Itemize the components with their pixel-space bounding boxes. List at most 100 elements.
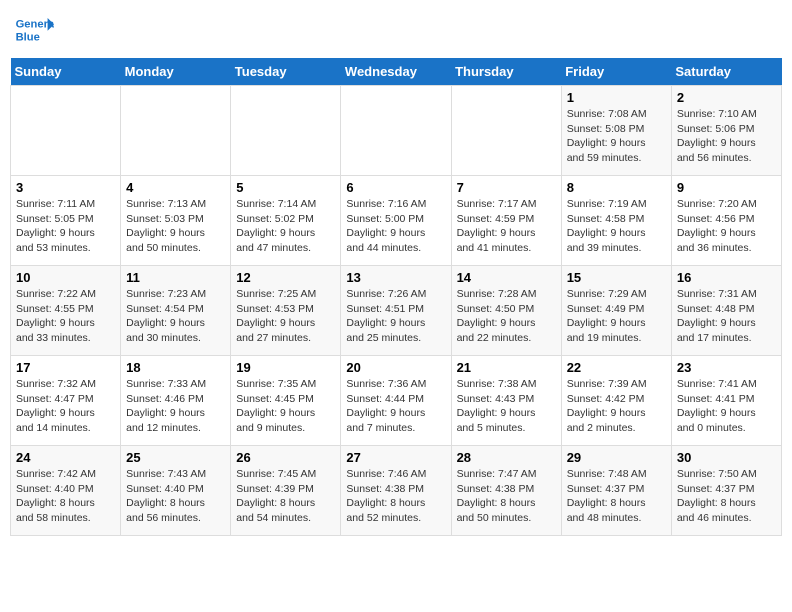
day-number: 24 bbox=[16, 450, 115, 465]
day-number: 8 bbox=[567, 180, 666, 195]
calendar-cell: 22 Sunrise: 7:39 AMSunset: 4:42 PMDayligh… bbox=[561, 356, 671, 446]
calendar-cell: 24 Sunrise: 7:42 AMSunset: 4:40 PMDayligh… bbox=[11, 446, 121, 536]
day-number: 26 bbox=[236, 450, 335, 465]
day-info: Sunrise: 7:20 AMSunset: 4:56 PMDaylight:… bbox=[677, 197, 776, 256]
header-day: Monday bbox=[121, 58, 231, 86]
day-number: 6 bbox=[346, 180, 445, 195]
day-info: Sunrise: 7:10 AMSunset: 5:06 PMDaylight:… bbox=[677, 107, 776, 166]
day-info: Sunrise: 7:11 AMSunset: 5:05 PMDaylight:… bbox=[16, 197, 115, 256]
calendar-cell: 28 Sunrise: 7:47 AMSunset: 4:38 PMDayligh… bbox=[451, 446, 561, 536]
day-number: 29 bbox=[567, 450, 666, 465]
day-info: Sunrise: 7:36 AMSunset: 4:44 PMDaylight:… bbox=[346, 377, 445, 436]
header-day: Friday bbox=[561, 58, 671, 86]
calendar-cell: 27Sunrise: 7:46 AMSunset: 4:38 PMDayligh… bbox=[341, 446, 451, 536]
day-info: Sunrise: 7:19 AMSunset: 4:58 PMDaylight:… bbox=[567, 197, 666, 256]
day-info: Sunrise: 7:43 AMSunset: 4:40 PMDaylight:… bbox=[126, 467, 225, 526]
calendar-cell bbox=[341, 86, 451, 176]
day-info: Sunrise: 7:28 AMSunset: 4:50 PMDaylight:… bbox=[457, 287, 556, 346]
day-info: Sunrise: 7:13 AMSunset: 5:03 PMDaylight:… bbox=[126, 197, 225, 256]
calendar-cell: 13 Sunrise: 7:26 AMSunset: 4:51 PMDayligh… bbox=[341, 266, 451, 356]
day-info: Sunrise: 7:29 AMSunset: 4:49 PMDaylight:… bbox=[567, 287, 666, 346]
calendar-cell bbox=[451, 86, 561, 176]
day-info: Sunrise: 7:26 AMSunset: 4:51 PMDaylight:… bbox=[346, 287, 445, 346]
calendar-cell: 15 Sunrise: 7:29 AMSunset: 4:49 PMDayligh… bbox=[561, 266, 671, 356]
day-info: Sunrise: 7:22 AMSunset: 4:55 PMDaylight:… bbox=[16, 287, 115, 346]
day-number: 21 bbox=[457, 360, 556, 375]
day-info: Sunrise: 7:48 AMSunset: 4:37 PMDaylight:… bbox=[567, 467, 666, 526]
header-day: Tuesday bbox=[231, 58, 341, 86]
calendar-week: 10 Sunrise: 7:22 AMSunset: 4:55 PMDayligh… bbox=[11, 266, 782, 356]
calendar-cell: 21 Sunrise: 7:38 AMSunset: 4:43 PMDayligh… bbox=[451, 356, 561, 446]
header-day: Sunday bbox=[11, 58, 121, 86]
calendar-cell bbox=[11, 86, 121, 176]
calendar-week: 24 Sunrise: 7:42 AMSunset: 4:40 PMDayligh… bbox=[11, 446, 782, 536]
day-number: 13 bbox=[346, 270, 445, 285]
day-info: Sunrise: 7:14 AMSunset: 5:02 PMDaylight:… bbox=[236, 197, 335, 256]
day-number: 1 bbox=[567, 90, 666, 105]
day-info: Sunrise: 7:45 AMSunset: 4:39 PMDaylight:… bbox=[236, 467, 335, 526]
calendar-cell: 29 Sunrise: 7:48 AMSunset: 4:37 PMDayligh… bbox=[561, 446, 671, 536]
day-number: 28 bbox=[457, 450, 556, 465]
calendar-cell: 26 Sunrise: 7:45 AMSunset: 4:39 PMDayligh… bbox=[231, 446, 341, 536]
day-number: 2 bbox=[677, 90, 776, 105]
day-number: 4 bbox=[126, 180, 225, 195]
calendar-cell: 23 Sunrise: 7:41 AMSunset: 4:41 PMDayligh… bbox=[671, 356, 781, 446]
calendar-cell: 2 Sunrise: 7:10 AMSunset: 5:06 PMDaylight… bbox=[671, 86, 781, 176]
day-info: Sunrise: 7:42 AMSunset: 4:40 PMDaylight:… bbox=[16, 467, 115, 526]
day-number: 12 bbox=[236, 270, 335, 285]
calendar-cell: 17 Sunrise: 7:32 AMSunset: 4:47 PMDayligh… bbox=[11, 356, 121, 446]
calendar-week: 17 Sunrise: 7:32 AMSunset: 4:47 PMDayligh… bbox=[11, 356, 782, 446]
day-number: 18 bbox=[126, 360, 225, 375]
calendar-cell: 5Sunrise: 7:14 AMSunset: 5:02 PMDaylight… bbox=[231, 176, 341, 266]
day-info: Sunrise: 7:31 AMSunset: 4:48 PMDaylight:… bbox=[677, 287, 776, 346]
header-day: Wednesday bbox=[341, 58, 451, 86]
day-number: 17 bbox=[16, 360, 115, 375]
day-info: Sunrise: 7:17 AMSunset: 4:59 PMDaylight:… bbox=[457, 197, 556, 256]
calendar-cell: 14 Sunrise: 7:28 AMSunset: 4:50 PMDayligh… bbox=[451, 266, 561, 356]
logo-icon: General Blue bbox=[14, 10, 54, 50]
day-number: 15 bbox=[567, 270, 666, 285]
day-info: Sunrise: 7:38 AMSunset: 4:43 PMDaylight:… bbox=[457, 377, 556, 436]
day-number: 19 bbox=[236, 360, 335, 375]
day-info: Sunrise: 7:33 AMSunset: 4:46 PMDaylight:… bbox=[126, 377, 225, 436]
calendar-cell: 8 Sunrise: 7:19 AMSunset: 4:58 PMDaylight… bbox=[561, 176, 671, 266]
day-number: 7 bbox=[457, 180, 556, 195]
calendar-cell: 18 Sunrise: 7:33 AMSunset: 4:46 PMDayligh… bbox=[121, 356, 231, 446]
day-info: Sunrise: 7:50 AMSunset: 4:37 PMDaylight:… bbox=[677, 467, 776, 526]
day-info: Sunrise: 7:32 AMSunset: 4:47 PMDaylight:… bbox=[16, 377, 115, 436]
day-number: 11 bbox=[126, 270, 225, 285]
day-number: 9 bbox=[677, 180, 776, 195]
day-number: 20 bbox=[346, 360, 445, 375]
day-number: 10 bbox=[16, 270, 115, 285]
calendar-cell: 12 Sunrise: 7:25 AMSunset: 4:53 PMDayligh… bbox=[231, 266, 341, 356]
calendar-week: 1Sunrise: 7:08 AMSunset: 5:08 PMDaylight… bbox=[11, 86, 782, 176]
calendar-cell: 6 Sunrise: 7:16 AMSunset: 5:00 PMDaylight… bbox=[341, 176, 451, 266]
day-number: 14 bbox=[457, 270, 556, 285]
day-number: 30 bbox=[677, 450, 776, 465]
day-info: Sunrise: 7:46 AMSunset: 4:38 PMDaylight:… bbox=[346, 467, 445, 526]
day-info: Sunrise: 7:41 AMSunset: 4:41 PMDaylight:… bbox=[677, 377, 776, 436]
calendar-header: SundayMondayTuesdayWednesdayThursdayFrid… bbox=[11, 58, 782, 86]
day-number: 25 bbox=[126, 450, 225, 465]
calendar-cell: 16 Sunrise: 7:31 AMSunset: 4:48 PMDayligh… bbox=[671, 266, 781, 356]
day-number: 23 bbox=[677, 360, 776, 375]
page-header: General Blue bbox=[10, 10, 782, 50]
day-number: 3 bbox=[16, 180, 115, 195]
calendar-cell bbox=[231, 86, 341, 176]
svg-text:Blue: Blue bbox=[16, 31, 40, 43]
header-day: Thursday bbox=[451, 58, 561, 86]
day-info: Sunrise: 7:35 AMSunset: 4:45 PMDaylight:… bbox=[236, 377, 335, 436]
day-number: 22 bbox=[567, 360, 666, 375]
day-info: Sunrise: 7:39 AMSunset: 4:42 PMDaylight:… bbox=[567, 377, 666, 436]
day-info: Sunrise: 7:16 AMSunset: 5:00 PMDaylight:… bbox=[346, 197, 445, 256]
day-number: 16 bbox=[677, 270, 776, 285]
calendar-cell: 9 Sunrise: 7:20 AMSunset: 4:56 PMDaylight… bbox=[671, 176, 781, 266]
day-info: Sunrise: 7:25 AMSunset: 4:53 PMDaylight:… bbox=[236, 287, 335, 346]
calendar-cell: 10 Sunrise: 7:22 AMSunset: 4:55 PMDayligh… bbox=[11, 266, 121, 356]
calendar-cell: 7 Sunrise: 7:17 AMSunset: 4:59 PMDaylight… bbox=[451, 176, 561, 266]
calendar-cell bbox=[121, 86, 231, 176]
day-info: Sunrise: 7:47 AMSunset: 4:38 PMDaylight:… bbox=[457, 467, 556, 526]
calendar-cell: 30 Sunrise: 7:50 AMSunset: 4:37 PMDayligh… bbox=[671, 446, 781, 536]
calendar-cell: 25 Sunrise: 7:43 AMSunset: 4:40 PMDayligh… bbox=[121, 446, 231, 536]
logo: General Blue bbox=[14, 10, 54, 50]
